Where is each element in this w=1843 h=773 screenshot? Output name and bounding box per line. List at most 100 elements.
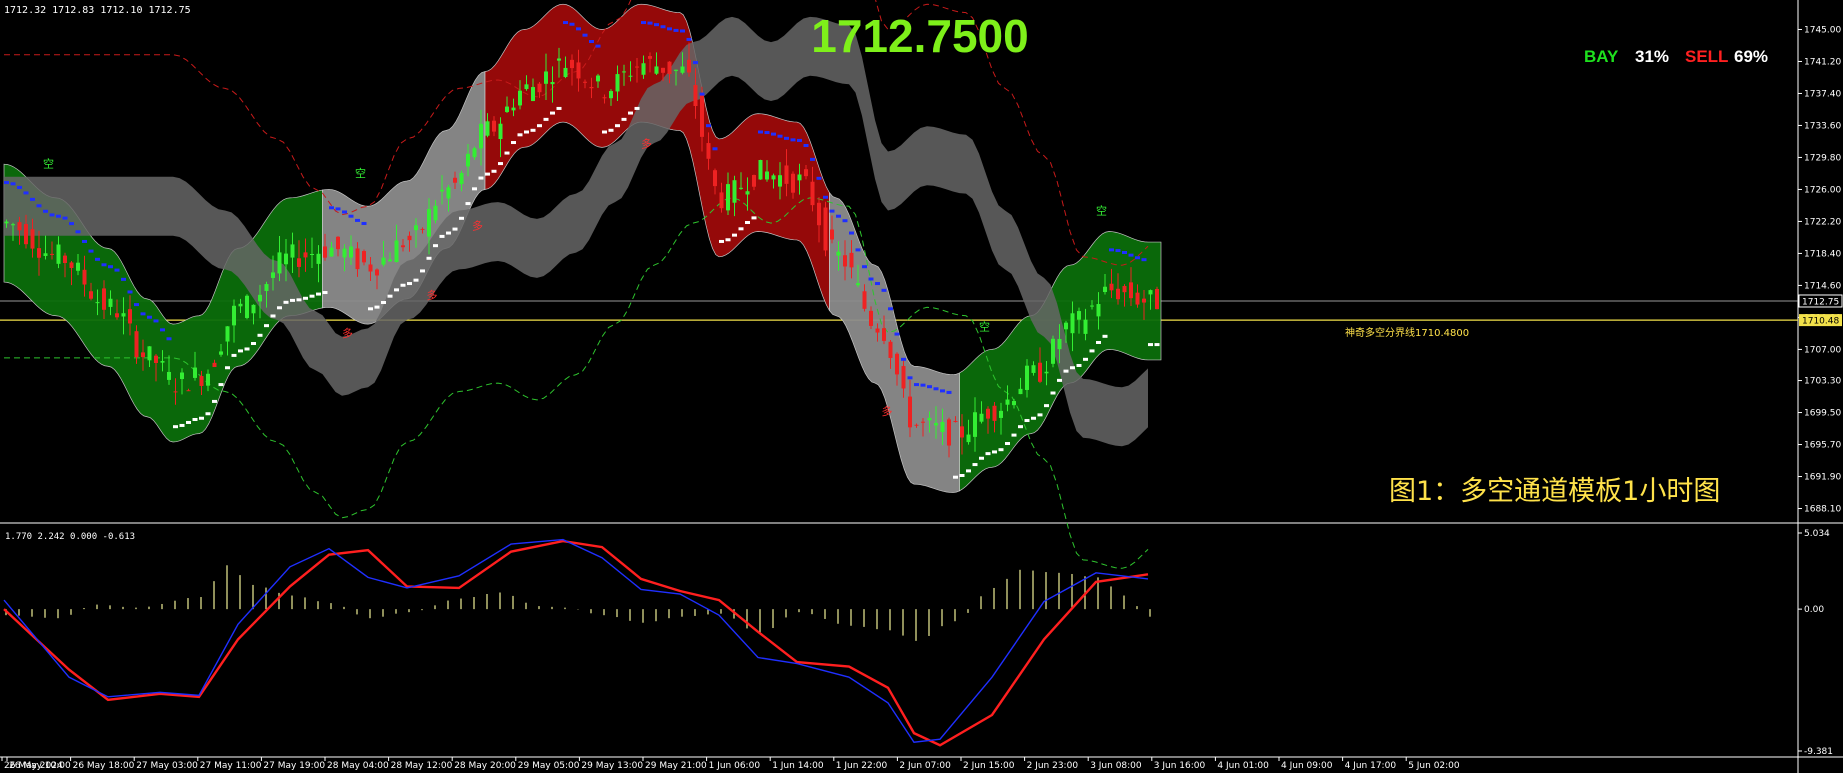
trend-step — [277, 306, 282, 310]
trend-step — [803, 143, 809, 147]
candle-body — [992, 405, 997, 421]
trend-step — [485, 172, 490, 176]
candle-body — [635, 66, 639, 68]
candle-body — [1096, 304, 1101, 317]
trend-step — [498, 162, 503, 166]
trend-step — [959, 474, 965, 478]
price-tick-label: 1729.80 — [1804, 153, 1841, 163]
price-tick-label: 1707.00 — [1804, 345, 1841, 355]
trend-step — [517, 133, 523, 137]
trend-step — [771, 132, 776, 136]
trend-step — [751, 216, 757, 220]
trend-step — [199, 416, 204, 420]
candle-body — [1031, 365, 1036, 373]
trend-step — [985, 452, 991, 456]
candle-body — [563, 67, 568, 77]
trend-step — [920, 383, 926, 387]
candle-body — [745, 191, 750, 195]
long-marker: 多 — [427, 288, 438, 302]
candle-body — [953, 420, 958, 422]
candle-body — [17, 222, 22, 231]
trend-step — [940, 389, 945, 393]
trend-step — [862, 265, 867, 269]
trend-step — [654, 23, 659, 27]
candle-body — [154, 355, 158, 364]
trend-step — [1115, 249, 1121, 253]
trend-step — [179, 423, 185, 427]
trend-step — [335, 207, 341, 211]
time-tick-label: 28 May 12:00 — [391, 761, 453, 771]
trend-step — [816, 176, 822, 180]
candle-body — [342, 248, 347, 258]
trend-step — [1024, 419, 1030, 423]
candle-body — [37, 248, 41, 258]
trend-step — [30, 197, 35, 201]
trend-step — [342, 210, 347, 214]
candle-body — [1018, 388, 1023, 395]
trend-step — [1089, 349, 1095, 353]
time-tick-label: 5 Jun 02:00 — [1408, 761, 1460, 771]
time-tick-label: 29 May 21:00 — [645, 761, 707, 771]
trend-step — [452, 227, 458, 231]
short-marker: 空 — [979, 319, 990, 333]
trend-step — [966, 469, 971, 473]
candle-body — [316, 253, 321, 264]
candle-body — [869, 310, 873, 326]
candle-body — [1129, 282, 1133, 299]
trend-step — [953, 475, 958, 479]
candle-body — [24, 224, 28, 245]
candle-body — [1070, 313, 1075, 334]
candle-body — [199, 376, 204, 386]
candle-body — [1116, 288, 1120, 300]
trend-step — [264, 324, 269, 328]
candle-body — [1044, 371, 1049, 374]
candle-body — [407, 235, 412, 241]
candle-body — [849, 252, 854, 268]
candle-body — [986, 408, 990, 419]
candle-body — [43, 253, 48, 256]
candle-body — [238, 303, 243, 307]
trend-step — [82, 239, 87, 243]
long-marker: 多 — [472, 218, 483, 232]
candle-body — [115, 313, 119, 318]
price-tick-label: 1703.30 — [1804, 377, 1841, 387]
candle-body — [492, 120, 496, 132]
trend-step — [998, 448, 1004, 452]
trend-step — [569, 22, 575, 26]
candle-body — [414, 225, 418, 231]
trend-step — [309, 294, 315, 298]
candle-body — [362, 251, 366, 263]
candle-body — [505, 106, 509, 113]
trend-step — [127, 290, 133, 294]
trend-step — [667, 27, 672, 31]
time-tick-label: 1 Jun 14:00 — [772, 761, 824, 771]
price-tick-label: 1726.00 — [1804, 185, 1841, 195]
macd-tick-label: -9.381 — [1804, 747, 1833, 757]
candle-body — [1109, 283, 1114, 291]
candle-body — [95, 302, 100, 304]
candle-body — [654, 66, 659, 74]
trend-step — [868, 277, 874, 281]
trend-step — [706, 124, 711, 128]
trend-step — [491, 169, 497, 173]
trend-step — [1109, 248, 1114, 252]
trend-step — [1083, 357, 1088, 361]
trend-step — [524, 130, 529, 134]
candle-body — [557, 58, 561, 61]
trend-step — [634, 106, 640, 110]
candle-body — [446, 187, 451, 199]
caption: 图1：多空通道模板1小时图 — [1389, 476, 1720, 507]
candle-body — [726, 184, 730, 211]
trend-step — [810, 157, 815, 161]
candle-body — [518, 90, 522, 106]
candle-body — [420, 228, 425, 230]
candle-body — [700, 93, 704, 137]
candle-body — [719, 192, 724, 209]
trend-step — [979, 456, 984, 460]
candle-body — [102, 288, 106, 310]
candle-body — [56, 244, 61, 264]
trend-step — [43, 209, 48, 213]
candle-body — [823, 207, 828, 251]
candle-body — [232, 305, 236, 326]
trend-step — [504, 151, 510, 155]
